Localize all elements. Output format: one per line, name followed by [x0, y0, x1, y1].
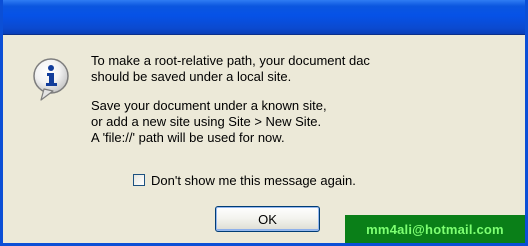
message-line: A 'file://' path will be used for now.: [91, 130, 285, 145]
dialog-content: To make a root-relative path, your docum…: [3, 35, 525, 243]
info-icon: [33, 58, 69, 101]
message-line: should be saved under a local site.: [91, 69, 292, 84]
dialog-window: To make a root-relative path, your docum…: [0, 0, 528, 246]
dont-show-again-checkbox[interactable]: [133, 174, 145, 186]
message-line: or add a new site using Site > New Site.: [91, 114, 322, 129]
message-line: Save your document under a known site,: [91, 98, 327, 113]
title-bar[interactable]: [3, 0, 525, 35]
dont-show-again-option[interactable]: Don't show me this message again.: [133, 172, 356, 188]
ok-button[interactable]: OK: [215, 206, 320, 232]
email-watermark: mm4ali@hotmail.com: [345, 215, 525, 243]
dialog-message: To make a root-relative path, your docum…: [91, 53, 481, 146]
dont-show-again-label[interactable]: Don't show me this message again.: [151, 173, 356, 188]
message-line: To make a root-relative path, your docum…: [91, 53, 370, 68]
